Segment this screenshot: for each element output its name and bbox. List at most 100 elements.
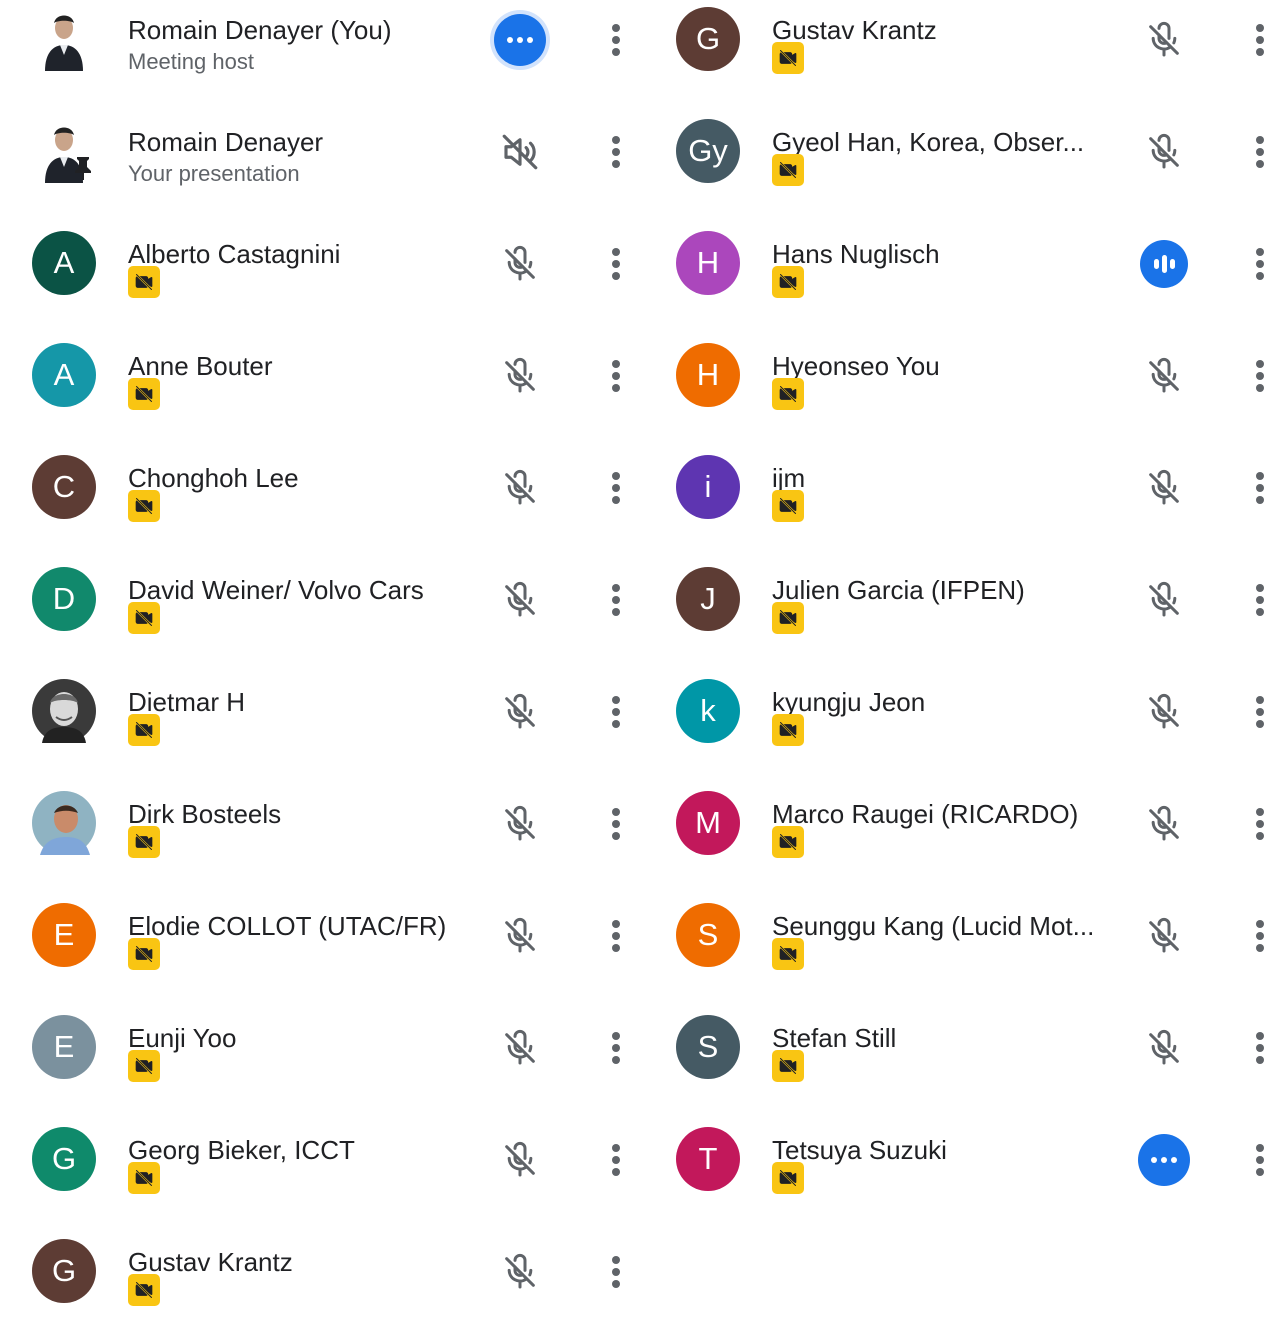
more-vert-icon[interactable] [600,910,632,962]
avatar: G [32,1127,96,1191]
mic-off-icon[interactable] [1138,462,1190,514]
mic-off-icon[interactable] [494,238,546,290]
participant-row[interactable]: i ijm [644,448,1280,560]
more-vert-icon[interactable] [600,798,632,850]
avatar: E [32,903,96,967]
mic-off-icon[interactable] [494,910,546,962]
participant-row[interactable]: E Eunji Yoo [0,1008,640,1120]
camera-off-icon [772,378,804,410]
participant-row[interactable]: S Stefan Still [644,1008,1280,1120]
more-vert-icon[interactable] [1244,350,1276,402]
participant-name: Romain Denayer [128,127,324,157]
mic-off-icon[interactable] [1138,126,1190,178]
avatar: D [32,567,96,631]
more-vert-icon[interactable] [1244,798,1276,850]
avatar: H [676,343,740,407]
participant-row[interactable]: Romain Denayer Your presentation [0,112,640,224]
more-vert-icon[interactable] [1244,686,1276,738]
camera-off-icon [128,714,160,746]
participant-row[interactable]: E Elodie COLLOT (UTAC/FR) [0,896,640,1008]
participant-row[interactable]: S Seunggu Kang (Lucid Mot... [644,896,1280,1008]
participant-row[interactable]: G Georg Bieker, ICCT [0,1120,640,1232]
participant-row[interactable]: M Marco Raugei (RICARDO) [644,784,1280,896]
mic-off-icon[interactable] [494,462,546,514]
more-vert-icon[interactable] [600,574,632,626]
participant-row[interactable]: H Hans Nuglisch [644,224,1280,336]
camera-off-icon [128,1274,160,1306]
more-vert-icon[interactable] [600,462,632,514]
participant-name: Romain Denayer (You) [128,15,392,45]
more-vert-icon[interactable] [1244,126,1276,178]
mic-off-icon[interactable] [494,686,546,738]
mic-off-icon[interactable] [1138,798,1190,850]
avatar: S [676,903,740,967]
participant-name: Marco Raugei (RICARDO) [772,799,1079,829]
more-vert-icon[interactable] [1244,1134,1276,1186]
more-vert-icon[interactable] [600,14,632,66]
more-options-icon[interactable] [494,14,546,66]
more-vert-icon[interactable] [600,1134,632,1186]
participant-list-right: G Gustav Krantz Gy Gyeol Han, Korea, Obser.… [644,0,1280,1232]
avatar: C [32,455,96,519]
mic-off-icon[interactable] [494,1134,546,1186]
participant-row[interactable]: Romain Denayer (You) Meeting host [0,0,640,112]
camera-off-icon [128,1050,160,1082]
more-vert-icon[interactable] [1244,14,1276,66]
more-vert-icon[interactable] [600,1022,632,1074]
mic-off-icon[interactable] [1138,1022,1190,1074]
participant-row[interactable]: Gy Gyeol Han, Korea, Obser... [644,112,1280,224]
mic-off-icon[interactable] [494,350,546,402]
avatar: i [676,455,740,519]
avatar: J [676,567,740,631]
more-vert-icon[interactable] [600,686,632,738]
participant-row[interactable]: k kyungju Jeon [644,672,1280,784]
participant-row[interactable]: D David Weiner/ Volvo Cars [0,560,640,672]
participant-row[interactable]: G Gustav Krantz [0,1232,640,1344]
camera-off-icon [128,602,160,634]
camera-off-icon [128,490,160,522]
camera-off-icon [772,490,804,522]
participant-row[interactable]: C Chonghoh Lee [0,448,640,560]
more-vert-icon[interactable] [1244,910,1276,962]
more-options-icon[interactable] [1138,1134,1190,1186]
mic-off-icon[interactable] [494,574,546,626]
speaking-indicator-icon[interactable] [1138,238,1190,290]
participant-row[interactable]: A Alberto Castagnini [0,224,640,336]
more-vert-icon[interactable] [1244,462,1276,514]
participant-name: Alberto Castagnini [128,239,341,269]
presentation-audio-off-icon[interactable] [494,126,546,178]
avatar: E [32,1015,96,1079]
mic-off-icon[interactable] [1138,910,1190,962]
camera-off-icon [772,826,804,858]
camera-off-icon [772,938,804,970]
participant-row[interactable]: A Anne Bouter [0,336,640,448]
mic-off-icon[interactable] [494,798,546,850]
participant-row[interactable]: Dirk Bosteels [0,784,640,896]
camera-off-icon [772,154,804,186]
mic-off-icon[interactable] [494,1246,546,1298]
avatar [32,119,96,183]
more-vert-icon[interactable] [1244,1022,1276,1074]
more-vert-icon[interactable] [600,238,632,290]
avatar [32,7,96,71]
more-vert-icon[interactable] [600,126,632,178]
avatar: S [676,1015,740,1079]
camera-off-icon [772,42,804,74]
more-vert-icon[interactable] [600,350,632,402]
camera-off-icon [772,266,804,298]
participant-row[interactable]: Dietmar H [0,672,640,784]
participant-row[interactable]: J Julien Garcia (IFPEN) [644,560,1280,672]
participant-row[interactable]: G Gustav Krantz [644,0,1280,112]
avatar: G [676,7,740,71]
participant-row[interactable]: T Tetsuya Suzuki [644,1120,1280,1232]
more-vert-icon[interactable] [1244,574,1276,626]
more-vert-icon[interactable] [1244,238,1276,290]
participant-row[interactable]: H Hyeonseo You [644,336,1280,448]
mic-off-icon[interactable] [1138,14,1190,66]
mic-off-icon[interactable] [1138,574,1190,626]
more-vert-icon[interactable] [600,1246,632,1298]
mic-off-icon[interactable] [1138,686,1190,738]
mic-off-icon[interactable] [494,1022,546,1074]
camera-off-icon [128,378,160,410]
mic-off-icon[interactable] [1138,350,1190,402]
